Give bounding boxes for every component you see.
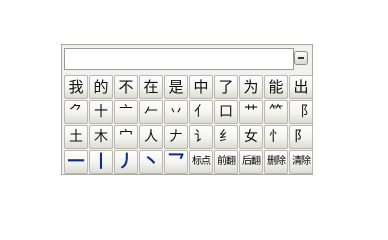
- char-key[interactable]: 是: [164, 75, 188, 99]
- radical-key[interactable]: 阝: [289, 125, 313, 149]
- radical-key[interactable]: 纟: [214, 125, 238, 149]
- key-grid: 我的不在是中了为能出⺈十亠 𠂉 丷亻口艹⺮⻏土木宀人 𠂇 讠纟女忄阝一丨丿丶乛标点 前翻后…: [64, 75, 313, 174]
- radical-key[interactable]: 宀: [114, 125, 138, 149]
- radical-key[interactable]: 木: [89, 125, 113, 149]
- char-key[interactable]: 出: [289, 75, 313, 99]
- stroke-key[interactable]: 乛: [164, 150, 188, 174]
- clear-button[interactable]: 清除: [289, 150, 313, 174]
- punctuation-button[interactable]: 标点: [189, 150, 213, 174]
- char-key[interactable]: 能: [264, 75, 288, 99]
- radical-key[interactable]: 人: [139, 125, 163, 149]
- radical-key[interactable]: 土: [64, 125, 88, 149]
- radical-key[interactable]: 艹: [239, 100, 263, 124]
- radical-key[interactable]: 丷: [164, 100, 188, 124]
- radical-key[interactable]: 𠂉: [139, 100, 163, 124]
- char-key[interactable]: 中: [189, 75, 213, 99]
- stroke-key[interactable]: 丿: [114, 150, 138, 174]
- minus-icon[interactable]: [294, 51, 308, 65]
- char-key[interactable]: 不: [114, 75, 138, 99]
- radical-key[interactable]: ⺮: [264, 100, 288, 124]
- char-key[interactable]: 我: [64, 75, 88, 99]
- radical-key[interactable]: 讠: [189, 125, 213, 149]
- char-key[interactable]: 在: [139, 75, 163, 99]
- delete-button[interactable]: 删除: [264, 150, 288, 174]
- radical-key[interactable]: ⺈: [64, 100, 88, 124]
- page-prev-button[interactable]: 前翻: [214, 150, 238, 174]
- radical-key[interactable]: 亻: [189, 100, 213, 124]
- text-input-field[interactable]: [64, 48, 294, 70]
- stroke-key[interactable]: 一: [64, 150, 88, 174]
- handwriting-input-panel: 我的不在是中了为能出⺈十亠 𠂉 丷亻口艹⺮⻏土木宀人 𠂇 讠纟女忄阝一丨丿丶乛标点 前翻后…: [61, 44, 313, 175]
- radical-key[interactable]: 亠: [114, 100, 138, 124]
- radical-key[interactable]: 忄: [264, 125, 288, 149]
- radical-key[interactable]: 女: [239, 125, 263, 149]
- radical-key[interactable]: ⻏: [289, 100, 313, 124]
- char-key[interactable]: 了: [214, 75, 238, 99]
- page-next-button[interactable]: 后翻: [239, 150, 263, 174]
- stroke-key[interactable]: 丶: [139, 150, 163, 174]
- stroke-key[interactable]: 丨: [89, 150, 113, 174]
- char-key[interactable]: 的: [89, 75, 113, 99]
- radical-key[interactable]: 十: [89, 100, 113, 124]
- radical-key[interactable]: 口: [214, 100, 238, 124]
- radical-key[interactable]: 𠂇: [164, 125, 188, 149]
- char-key[interactable]: 为: [239, 75, 263, 99]
- input-row: [63, 47, 311, 73]
